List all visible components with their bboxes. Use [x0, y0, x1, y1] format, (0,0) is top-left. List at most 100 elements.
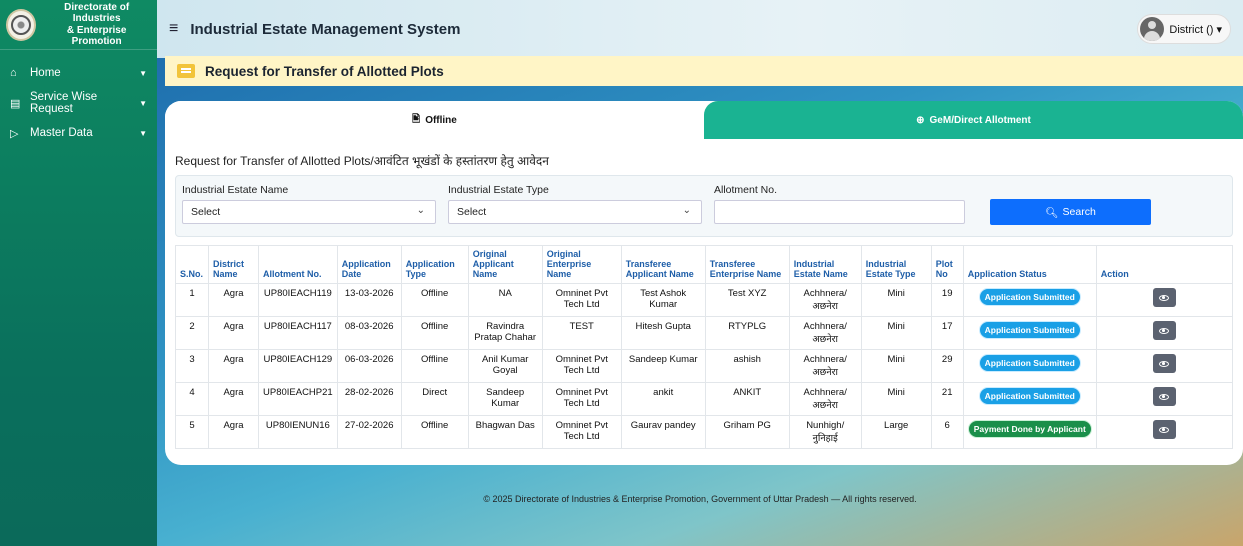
col-action: Action — [1095, 245, 1234, 284]
table-cell: Griham PG — [704, 415, 790, 449]
allotment-input[interactable] — [714, 200, 965, 224]
table-row: 2 Agra UP80IEACH117 08-03-2026 Offline Ravind… — [175, 316, 1234, 350]
table-cell: Mini — [860, 382, 932, 416]
form-title: Request for Transfer of Allotted Plots/आ… — [175, 154, 549, 168]
eye-icon — [1159, 327, 1170, 334]
tab-bar: 🖹 Offline ⊕ GeM/Direct Allotment — [165, 101, 1243, 139]
col-transferee-applicant: Transferee Applicant Name — [620, 245, 706, 284]
table-cell: Test XYZ — [704, 283, 790, 317]
brand-text: Directorate of Industries & Enterprise P… — [42, 2, 151, 48]
sidebar-item-service-wise-request[interactable]: ▤ Service Wise Request ▼ — [0, 88, 157, 118]
table-row: 1 Agra UP80IEACH119 13-03-2026 Offline NA Omni… — [175, 283, 1234, 317]
table-cell: Agra — [208, 382, 259, 416]
table-cell: Mini — [860, 283, 932, 317]
menu-toggle-icon[interactable]: ≡ — [169, 20, 178, 38]
status-badge: Payment Done by Applicant — [967, 420, 1092, 438]
table-cell: Large — [860, 415, 932, 449]
table-cell: 08-03-2026 — [336, 316, 402, 350]
tab-label: GeM/Direct Allotment — [929, 114, 1031, 126]
table-cell: ashish — [704, 349, 790, 383]
table-cell: Offline — [400, 283, 469, 317]
table-cell: Agra — [208, 349, 259, 383]
table-cell: 5 — [175, 415, 209, 449]
view-button[interactable] — [1152, 420, 1176, 439]
action-cell — [1095, 316, 1234, 350]
action-cell — [1095, 349, 1234, 383]
sidebar-item-master-data[interactable]: ▷ Master Data ▼ — [0, 118, 157, 148]
table-cell: Omninet Pvt Tech Ltd — [541, 283, 622, 317]
table-cell: NA — [467, 283, 543, 317]
table-cell: Mini — [860, 316, 932, 350]
action-cell — [1095, 283, 1234, 317]
table-cell: Ravindra Pratap Chahar — [467, 316, 543, 350]
col-plot-no: Plot No — [930, 245, 964, 284]
status-badge: Application Submitted — [978, 288, 1081, 306]
status-badge: Application Submitted — [978, 354, 1081, 372]
sidebar-item-label: Service Wise Request — [30, 91, 98, 115]
eye-icon — [1159, 294, 1170, 301]
table-cell: UP80IEACHP21 — [258, 382, 338, 416]
top-bar: ≡ Industrial Estate Management System Di… — [157, 0, 1243, 58]
estate-type-value: Select — [457, 206, 487, 218]
tab-offline[interactable]: 🖹 Offline — [165, 101, 704, 139]
table-body: 1 Agra UP80IEACH119 13-03-2026 Offline NA Omni… — [175, 283, 1234, 449]
sidebar-nav: ⌂ Home ▼ ▤ Service Wise Request ▼ ▷ Mast… — [0, 58, 157, 148]
chevron-down-icon: ▼ — [139, 98, 147, 108]
emblem-logo — [6, 8, 37, 41]
table-cell: 28-02-2026 — [336, 382, 402, 416]
table-cell: Offline — [400, 316, 469, 350]
user-menu[interactable]: District () ▾ — [1137, 14, 1231, 44]
table-cell: UP80IENUN16 — [258, 415, 338, 449]
estate-type-select[interactable]: Select ⌄ — [448, 200, 702, 224]
table-cell: Achhnera/ अछनेरा — [788, 316, 862, 350]
table-cell: Agra — [208, 415, 259, 449]
page-title: Request for Transfer of Allotted Plots — [205, 63, 444, 79]
table-cell: 6 — [930, 415, 964, 449]
eye-icon — [1159, 393, 1170, 400]
table-cell: Achhnera/ अछनेरा — [788, 382, 862, 416]
allotment-label: Allotment No. — [714, 184, 778, 196]
col-estate-name: Industrial Estate Name — [788, 245, 862, 284]
table-cell: Sandeep Kumar — [467, 382, 543, 416]
view-button[interactable] — [1152, 387, 1176, 406]
table-cell: Direct — [400, 382, 469, 416]
chevron-down-icon: ⌄ — [416, 205, 425, 216]
table-cell: 17 — [930, 316, 964, 350]
table-cell: Agra — [208, 283, 259, 317]
page-header: Request for Transfer of Allotted Plots — [165, 56, 1243, 86]
sidebar-item-label: Master Data — [30, 127, 93, 139]
col-application-type: Application Type — [400, 245, 469, 284]
view-button[interactable] — [1152, 288, 1176, 307]
view-button[interactable] — [1152, 321, 1176, 340]
search-button[interactable]: 🔍︎ Search — [990, 199, 1151, 225]
eye-icon — [1159, 360, 1170, 367]
table-cell: 1 — [175, 283, 209, 317]
footer: © 2025 Directorate of Industries & Enter… — [483, 494, 917, 504]
estate-type-label: Industrial Estate Type — [448, 184, 549, 196]
table-cell: Omninet Pvt Tech Ltd — [541, 415, 622, 449]
table-cell: Offline — [400, 349, 469, 383]
brand[interactable]: Directorate of Industries & Enterprise P… — [0, 0, 157, 50]
master-data-icon: ▷ — [10, 127, 19, 140]
request-icon: ▤ — [10, 97, 21, 110]
eye-icon — [1159, 426, 1170, 433]
tab-gem-direct-allotment[interactable]: ⊕ GeM/Direct Allotment — [704, 101, 1243, 139]
view-button[interactable] — [1152, 354, 1176, 373]
brand-line-1: Directorate of Industries — [64, 1, 130, 25]
table-cell: Achhnera/ अछनेरा — [788, 349, 862, 383]
chevron-down-icon: ▼ — [139, 128, 147, 138]
status-badge: Application Submitted — [978, 321, 1081, 339]
applications-table: S.No. District Name Allotment No. Applic… — [175, 245, 1234, 449]
table-cell: UP80IEACH129 — [258, 349, 338, 383]
table-cell: 2 — [175, 316, 209, 350]
sidebar-item-home[interactable]: ⌂ Home ▼ — [0, 58, 157, 88]
table-cell: Offline — [400, 415, 469, 449]
table-cell: UP80IEACH119 — [258, 283, 338, 317]
content-card: 🖹 Offline ⊕ GeM/Direct Allotment Request… — [165, 101, 1243, 465]
table-cell: Hitesh Gupta — [620, 316, 706, 350]
estate-name-select[interactable]: Select ⌄ — [182, 200, 436, 224]
user-name: District () ▾ — [1169, 23, 1222, 36]
table-cell: 3 — [175, 349, 209, 383]
col-original-applicant: Original Applicant Name — [467, 245, 543, 284]
table-cell: Nunhigh/नुनिहाई — [788, 415, 862, 449]
